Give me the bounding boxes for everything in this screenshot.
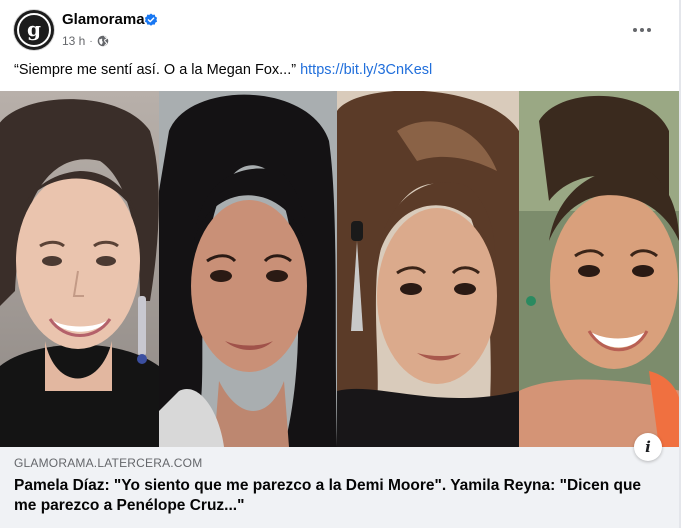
link-preview-image[interactable] [0, 91, 681, 447]
more-options-icon [633, 28, 637, 32]
link-domain: GLAMORAMA.LATERCERA.COM [14, 456, 203, 470]
facebook-post: g Glamorama 13 h · “Siempre me sentí así… [0, 0, 681, 528]
meta-separator: · [89, 35, 93, 47]
post-timestamp[interactable]: 13 h [62, 34, 85, 48]
post-meta: 13 h · [62, 34, 109, 48]
portrait-photo-3 [337, 91, 519, 447]
link-headline[interactable]: Pamela Díaz: "Yo siento que me parezco a… [14, 476, 644, 516]
caption-text: “Siempre me sentí así. O a la Megan Fox.… [14, 62, 301, 78]
avatar-logo: g [17, 13, 51, 47]
more-options-button[interactable] [624, 16, 660, 44]
page-name[interactable]: Glamorama [62, 11, 145, 28]
portrait-photo-4 [519, 91, 681, 447]
portrait-photo-2 [159, 91, 337, 447]
caption-link[interactable]: https://bit.ly/3CnKesl [300, 62, 432, 78]
verified-badge-icon [144, 13, 158, 26]
portrait-photo-1 [0, 91, 159, 447]
post-caption: “Siempre me sentí así. O a la Megan Fox.… [14, 62, 432, 78]
globe-icon[interactable] [97, 35, 109, 47]
info-icon: i [645, 438, 651, 456]
link-preview-footer[interactable]: GLAMORAMA.LATERCERA.COM Pamela Díaz: "Yo… [0, 447, 681, 528]
info-button[interactable]: i [634, 433, 662, 461]
page-avatar[interactable]: g [14, 10, 54, 50]
